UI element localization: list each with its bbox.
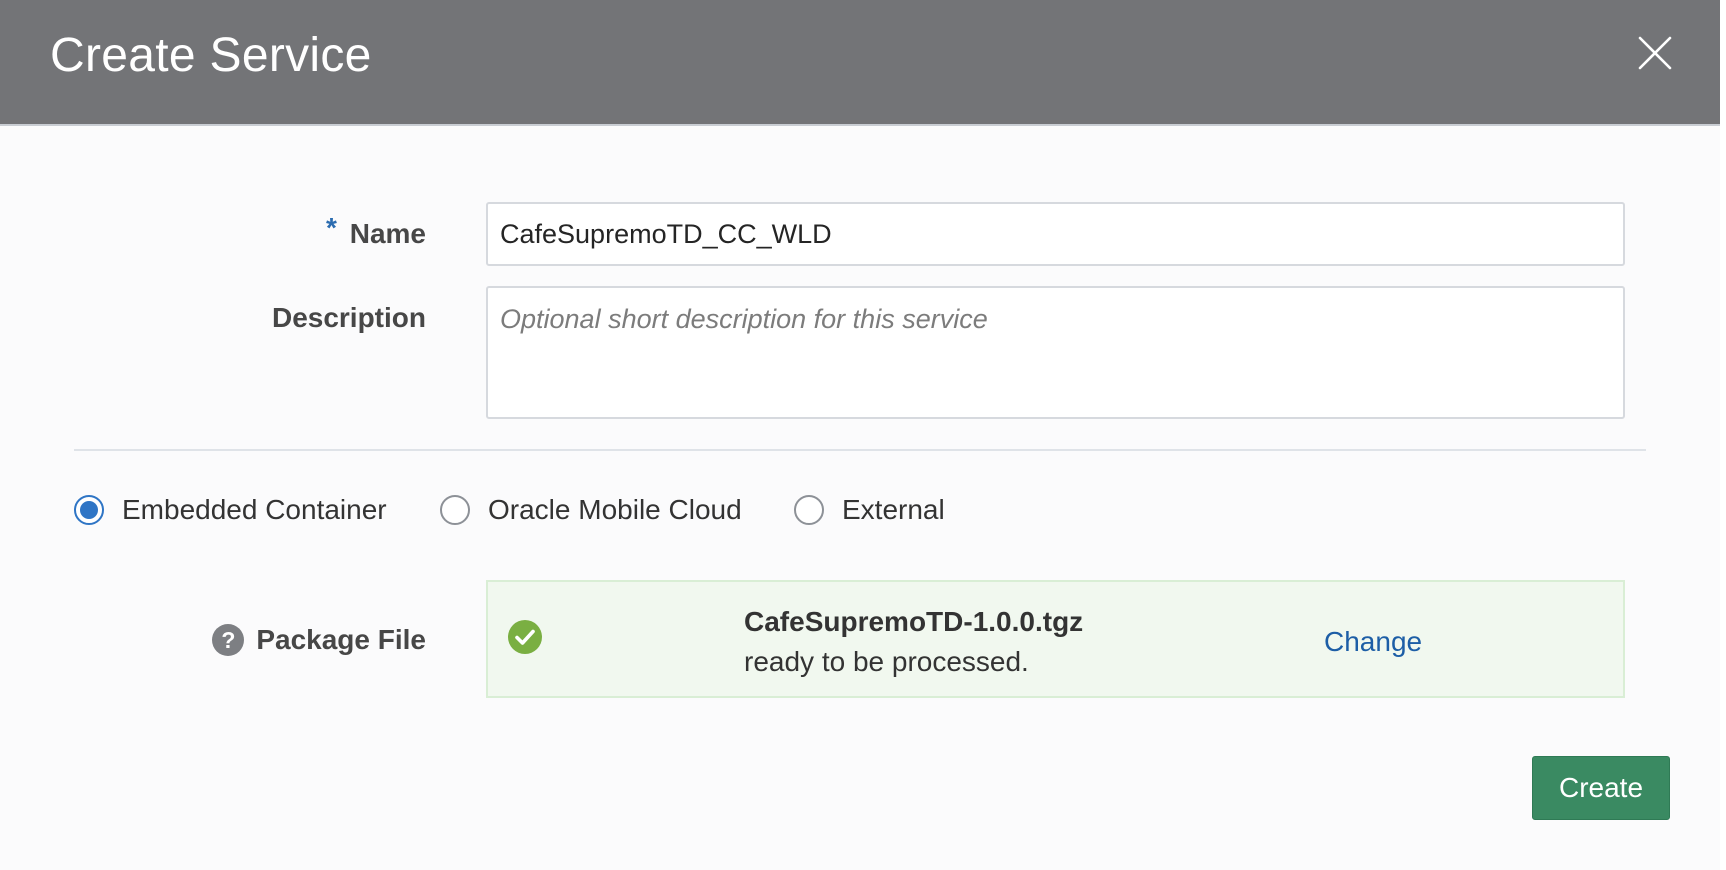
radio-option-oracle-mobile-cloud[interactable]: Oracle Mobile Cloud	[440, 490, 742, 530]
change-package-link[interactable]: Change	[1324, 626, 1422, 658]
description-input[interactable]	[486, 286, 1625, 419]
help-icon[interactable]: ?	[212, 624, 245, 656]
close-button[interactable]	[1632, 30, 1678, 76]
radio-option-embedded-container[interactable]: Embedded Container	[74, 490, 387, 530]
package-file-label: Package File	[256, 624, 426, 655]
package-file-label-group: ? Package File	[212, 624, 426, 656]
radio-option-external[interactable]: External	[794, 490, 945, 530]
package-status-text: ready to be processed.	[744, 646, 1029, 677]
package-filename: CafeSupremoTD-1.0.0.tgz	[744, 606, 1084, 637]
section-divider	[74, 449, 1646, 451]
radio-label: Embedded Container	[122, 494, 387, 525]
name-input[interactable]	[486, 202, 1625, 266]
description-label: Description	[271, 302, 426, 333]
radio-label: External	[842, 494, 945, 525]
background-page-edge	[1720, 0, 1726, 870]
close-icon	[1638, 36, 1672, 70]
create-service-dialog: Create Service * Name Description Embedd…	[0, 0, 1720, 870]
radio-unselected-icon[interactable]	[440, 495, 470, 525]
required-marker: *	[326, 212, 337, 243]
radio-selected-icon[interactable]	[74, 495, 104, 525]
dialog-title: Create Service	[50, 29, 372, 82]
name-label: Name	[349, 218, 426, 249]
radio-label: Oracle Mobile Cloud	[488, 494, 742, 525]
radio-unselected-icon[interactable]	[794, 495, 824, 525]
dialog-header: Create Service	[0, 0, 1720, 126]
package-file-status-panel: CafeSupremoTD-1.0.0.tgz ready to be proc…	[486, 580, 1625, 698]
check-circle-icon	[508, 620, 542, 654]
create-button[interactable]: Create	[1532, 756, 1670, 820]
